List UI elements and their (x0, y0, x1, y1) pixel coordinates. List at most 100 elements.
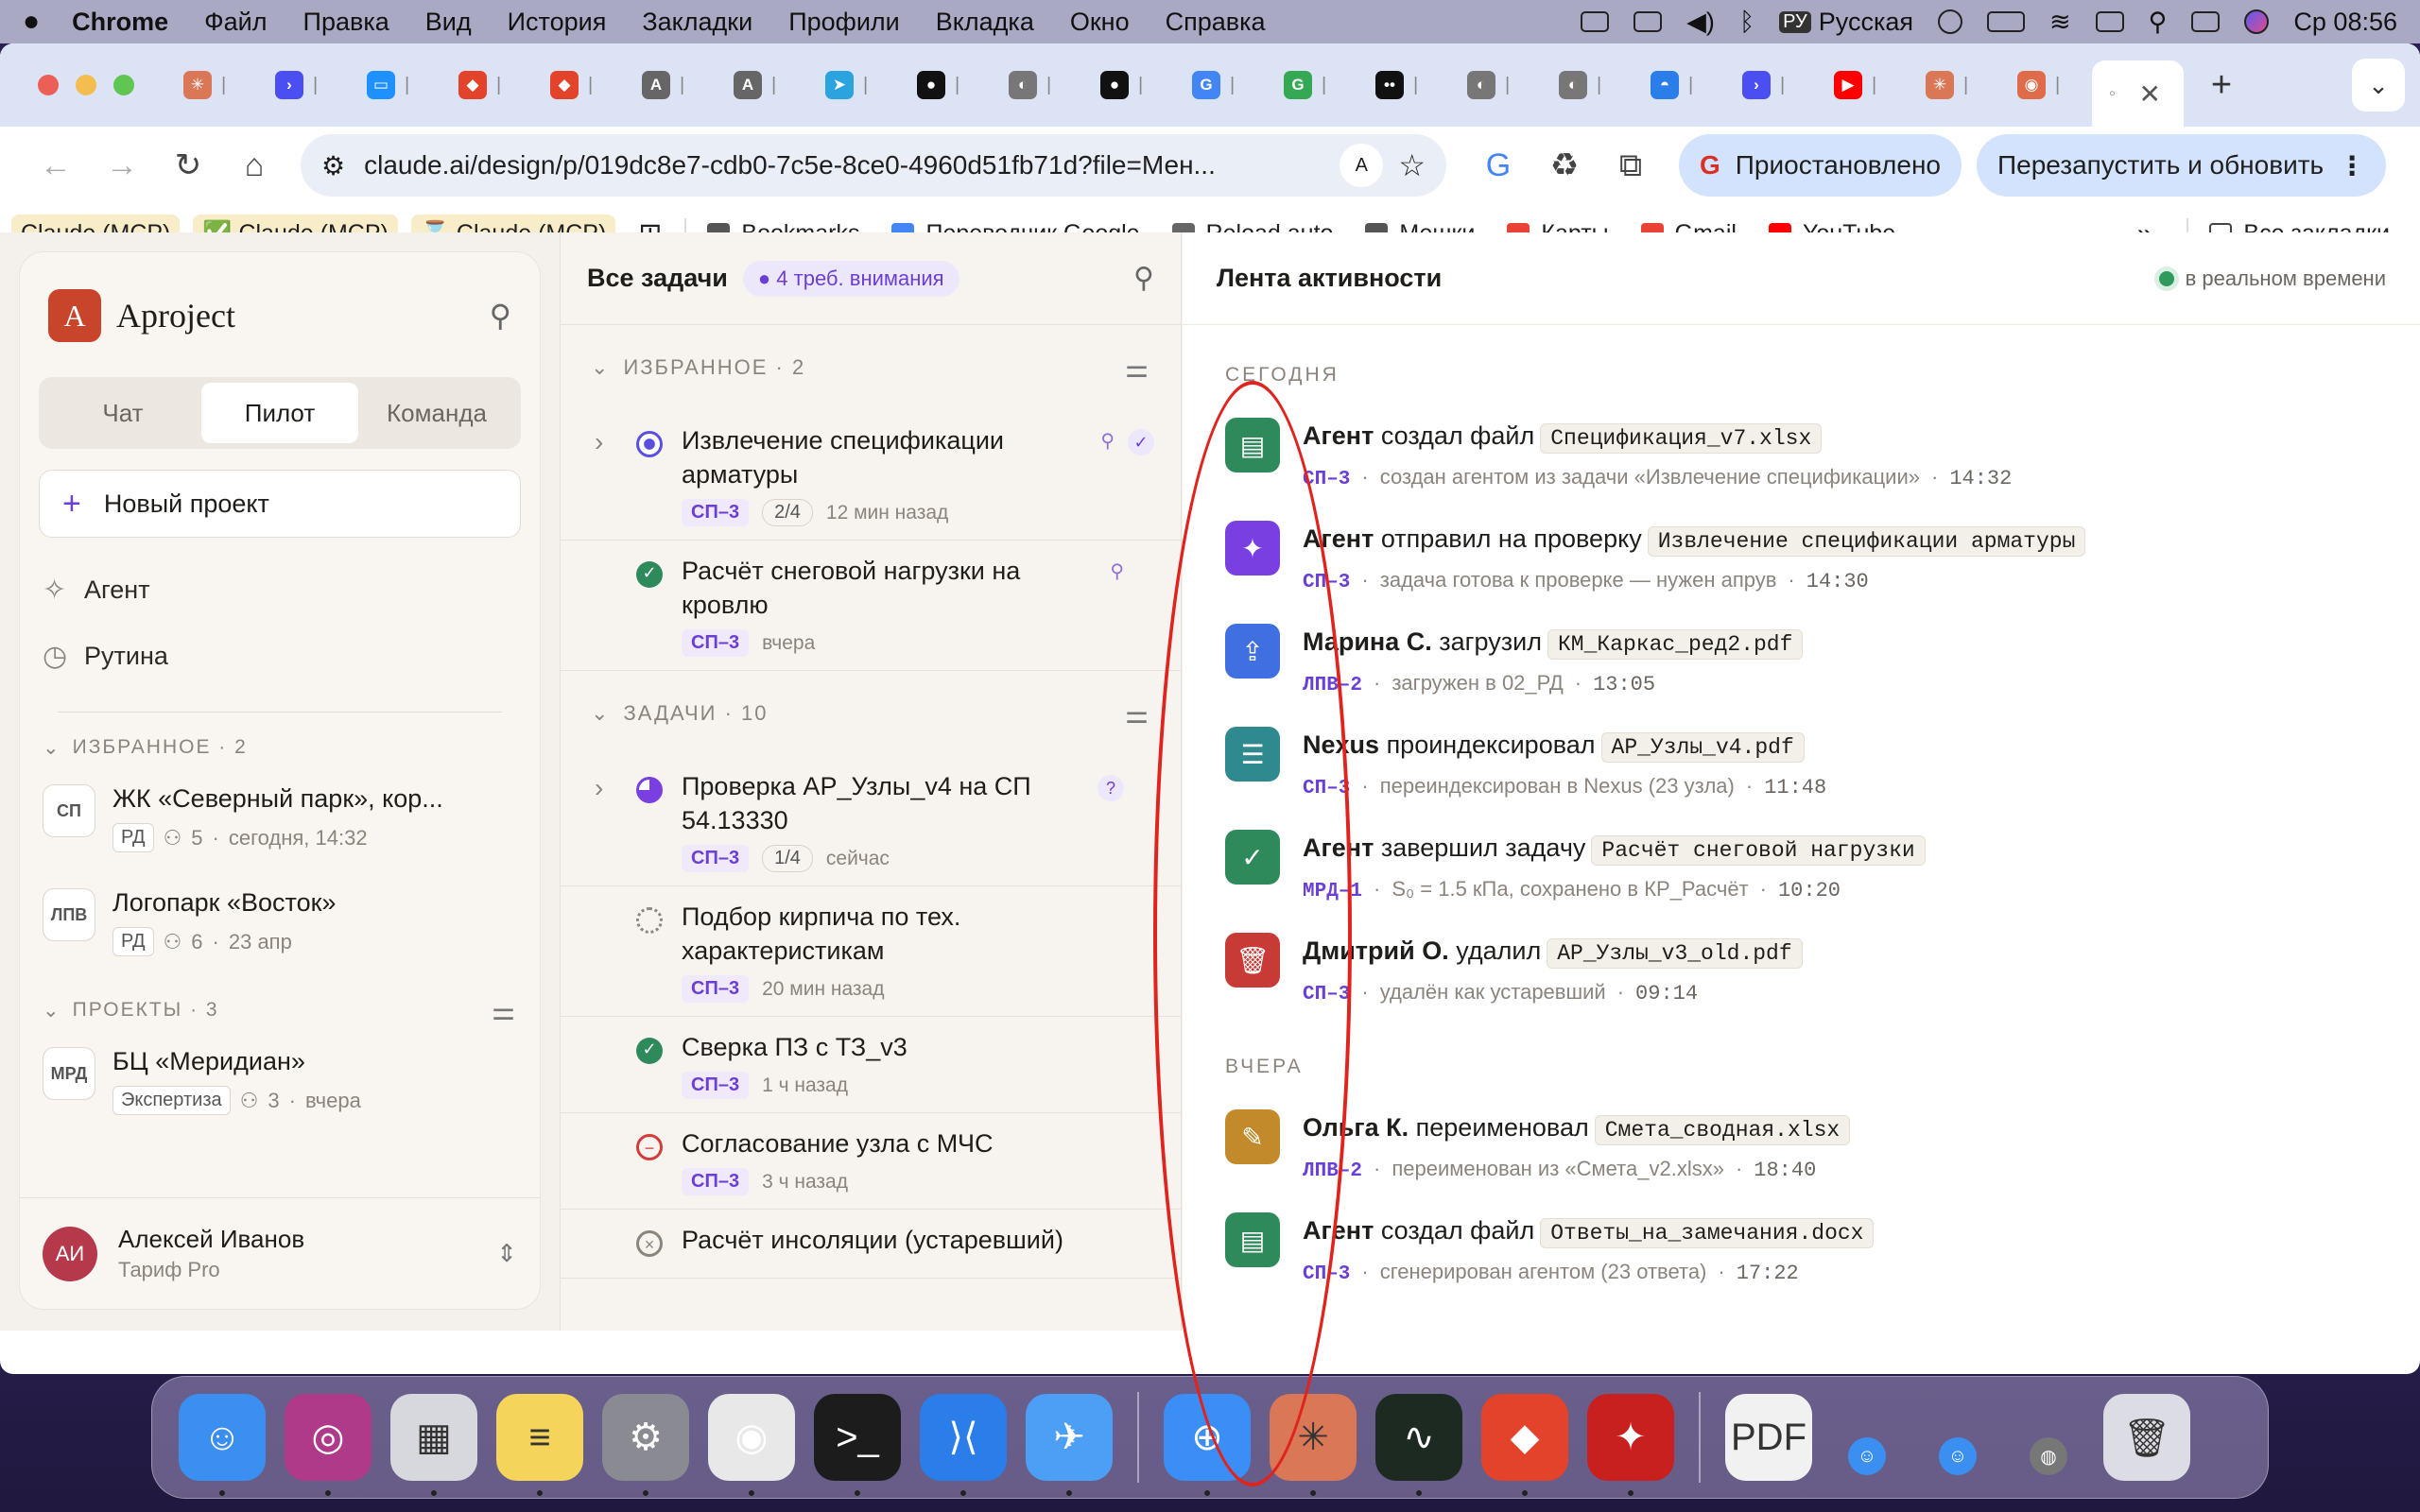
tasks-group-header[interactable]: ⌄ ЗАДАЧИ · 10 ⚌ (561, 671, 1181, 756)
search-icon[interactable]: ⚲ (1133, 262, 1154, 295)
spotlight-icon[interactable]: ⚲ (2149, 8, 2168, 37)
event-code[interactable]: СП–3 (1303, 572, 1350, 593)
clock[interactable]: Ср 08:56 (2293, 8, 2397, 37)
bluetooth-icon[interactable]: ᛒ (1739, 8, 1754, 37)
siri-icon[interactable] (2244, 9, 2270, 34)
menu-item[interactable]: Закладки (642, 8, 752, 37)
new-tab-icon[interactable]: + (2193, 57, 2250, 113)
browser-tab[interactable]: G | (1267, 57, 1358, 113)
event-object[interactable]: Смета_сводная.xlsx (1594, 1115, 1851, 1145)
event-code[interactable]: СП–3 (1303, 1263, 1350, 1285)
activity-event[interactable]: ▤ Агент создал файл Ответы_на_замечания.do… (1183, 1207, 2420, 1310)
browser-tab[interactable]: ▭ | (350, 57, 441, 113)
gitlab-icon[interactable]: ◆ (1481, 1394, 1568, 1496)
home-icon[interactable]: ⌂ (221, 137, 287, 194)
event-object[interactable]: Извлечение спецификации арматуры (1647, 526, 2086, 557)
menu-item[interactable]: Правка (303, 8, 389, 37)
terminal-icon[interactable]: >_ (814, 1394, 901, 1496)
event-code[interactable]: ЛПВ–2 (1303, 1160, 1362, 1182)
activity-event[interactable]: ▤ Агент создал файл Спецификация_v7.xlsx СП… (1183, 412, 2420, 515)
project-item[interactable]: ЛПВ Логопарк «Восток» РД ⚇ 6 · 23 апр (20, 875, 540, 979)
activity-event[interactable]: ✦ Агент отправил на проверку Извлечение сп… (1183, 515, 2420, 618)
browser-tab[interactable]: A | (625, 57, 717, 113)
task-item[interactable]: › Извлечение спецификации арматуры СП–3 2/4… (561, 410, 1181, 541)
zoom-like-icon[interactable]: ✈ (1026, 1394, 1113, 1496)
google-translate-ext-icon[interactable]: G (1465, 137, 1531, 194)
paused-profile-button[interactable]: G Приостановлено (1679, 134, 1962, 197)
finder-small-icon[interactable]: ☺ (1848, 1437, 1886, 1475)
battery-icon[interactable] (1987, 11, 2025, 32)
activity-event[interactable]: ✎ Ольга К. переименовал Смета_сводная.xlsx… (1183, 1104, 2420, 1207)
trash-icon[interactable]: 🗑 (2103, 1394, 2190, 1481)
input-source[interactable]: РУ Русская (1779, 8, 1913, 37)
user-icon[interactable] (1938, 9, 1962, 34)
pin-icon[interactable]: ⚲ (1100, 429, 1115, 453)
mode-tab[interactable]: Команда (358, 383, 515, 443)
minimize-window-icon[interactable] (76, 75, 96, 95)
sidebar-item[interactable]: ◷ Рутина (20, 623, 540, 689)
finder-small-2-icon[interactable]: ☺ (1939, 1437, 1977, 1475)
browser-tab[interactable]: ● | (900, 57, 992, 113)
activity-event[interactable]: ☰ Nexus проиндексировал АР_Узлы_v4.pdf СП–3… (1183, 721, 2420, 824)
browser-tab[interactable]: ◓ | (1634, 57, 1725, 113)
filter-icon[interactable]: ⚌ (1125, 352, 1150, 384)
browser-tab[interactable]: ◐ | (1542, 57, 1634, 113)
siri-icon[interactable]: ◎ (285, 1394, 372, 1496)
projects-section-header[interactable]: ⌄ ПРОЕКТЫ · 3 ⚌ (20, 987, 540, 1034)
vscode-icon[interactable]: ⟩⟨ (920, 1394, 1007, 1496)
activity-event[interactable]: ✓ Агент завершил задачу Расчёт снеговой на… (1183, 824, 2420, 927)
event-code[interactable]: СП–3 (1303, 984, 1350, 1005)
menu-item[interactable]: Окно (1070, 8, 1130, 37)
browser-tab[interactable]: ✳ | (166, 57, 258, 113)
filter-icon[interactable]: ⚌ (1125, 698, 1150, 730)
omnibox[interactable]: ⚙ claude.ai/design/p/019dc8e7-cdb0-7c5e-… (301, 134, 1446, 197)
tasks-favorites-header[interactable]: ⌄ ИЗБРАННОЕ · 2 ⚌ (561, 325, 1181, 410)
menu-item[interactable]: Вид (425, 8, 472, 37)
browser-tab[interactable]: ◐ | (1450, 57, 1542, 113)
user-profile[interactable]: АИ Алексей Иванов Тариф Pro ⇕ (20, 1197, 540, 1309)
browser-tab[interactable]: A | (717, 57, 808, 113)
finder-icon[interactable]: ☺ (179, 1394, 266, 1496)
event-code[interactable]: МРД–1 (1303, 881, 1362, 902)
claude-icon[interactable]: ✳ (1270, 1394, 1357, 1496)
activity-event[interactable]: 🗑 Дмитрий О. удалил АР_Узлы_v3_old.pdf СП–3… (1183, 927, 2420, 1030)
event-object[interactable]: КМ_Каркас_ред2.pdf (1547, 629, 1804, 660)
menu-app-chrome[interactable]: Chrome (72, 8, 168, 37)
activity-event[interactable]: ⇪ Марина С. загрузил КМ_Каркас_ред2.pdf ЛПВ… (1183, 618, 2420, 721)
menu-item[interactable]: Профили (788, 8, 900, 37)
control-center-icon[interactable] (2191, 11, 2221, 32)
mode-tab[interactable]: Чат (44, 383, 201, 443)
menu-item[interactable]: Файл (204, 8, 267, 37)
reload-icon[interactable]: ↻ (155, 137, 221, 194)
event-object[interactable]: Ответы_на_замечания.docx (1540, 1218, 1875, 1248)
vpn-icon[interactable] (1581, 11, 1610, 32)
safari-icon[interactable]: ⊕ (1164, 1394, 1251, 1496)
pdf-document-icon[interactable]: PDF (1725, 1394, 1812, 1481)
browser-tab[interactable]: ◉ | (2000, 57, 2092, 113)
task-item[interactable]: › Проверка АР_Узлы_v4 на СП 54.13330 СП–3 1… (561, 756, 1181, 886)
sidebar-item[interactable]: ✧ Агент (20, 557, 540, 623)
close-tab-icon[interactable]: ✕ (2139, 78, 2161, 110)
chrome-icon[interactable]: ◉ (708, 1394, 795, 1496)
project-item[interactable]: МРД БЦ «Меридиан» Экспертиза ⚇ 3 · вчера (20, 1034, 540, 1138)
event-object[interactable]: АР_Узлы_v4.pdf (1600, 732, 1805, 763)
apple-menu-icon[interactable]: ● (23, 6, 40, 38)
browser-tab[interactable]: ✳ | (1909, 57, 2000, 113)
forward-icon[interactable]: → (89, 137, 155, 194)
pin-icon[interactable]: ⚲ (1110, 559, 1124, 583)
tab-search-icon[interactable]: ⌄ (2352, 59, 2405, 112)
browser-tab[interactable]: ● | (1083, 57, 1175, 113)
close-window-icon[interactable] (38, 75, 59, 95)
event-code[interactable]: ЛПВ–2 (1303, 675, 1362, 696)
task-item[interactable]: − Согласование узла с МЧС СП–3 3 ч назад (561, 1113, 1181, 1210)
browser-tab[interactable]: › | (1725, 57, 1817, 113)
launchpad-icon[interactable]: ▦ (390, 1394, 477, 1496)
menu-item[interactable]: Справка (1166, 8, 1266, 37)
tab-active[interactable]: ◦ ✕ (2092, 60, 2184, 127)
event-object[interactable]: АР_Узлы_v3_old.pdf (1547, 938, 1803, 969)
browser-tab[interactable]: ▶ | (1817, 57, 1909, 113)
event-code[interactable]: СП–3 (1303, 469, 1350, 490)
activity-monitor-icon[interactable]: ∿ (1375, 1394, 1462, 1496)
zoom-window-icon[interactable] (113, 75, 134, 95)
browser-tab[interactable]: ➤ | (808, 57, 900, 113)
